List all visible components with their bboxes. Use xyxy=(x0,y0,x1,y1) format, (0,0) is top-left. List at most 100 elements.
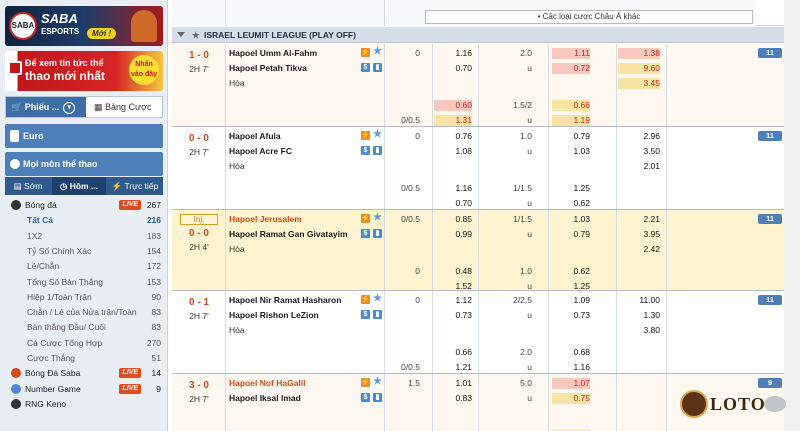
first-half-handicap-odds[interactable]: 1.21 xyxy=(434,362,472,373)
first-half-total-odds[interactable]: 1.19 xyxy=(552,115,590,126)
1x2-odds[interactable]: 11.00 xyxy=(618,295,660,306)
first-half-handicap-odds[interactable]: 0.60 xyxy=(434,100,472,111)
more-bets-button[interactable]: 11 xyxy=(758,214,782,224)
sidebar-sport-item[interactable]: Number Game LIVE 9 xyxy=(5,382,163,396)
chart-icon[interactable]: ▮ xyxy=(373,310,382,319)
collapse-arrow-icon[interactable] xyxy=(177,32,185,37)
sidebar-sport-item[interactable]: 1X2 183 xyxy=(5,229,163,243)
handicap-odds[interactable]: 0.76 xyxy=(434,131,472,142)
1x2-odds[interactable]: 3.45 xyxy=(618,78,660,89)
tab-today[interactable]: ◷ Hôm ... xyxy=(52,177,106,195)
sidebar-sport-item[interactable]: Cược Thắng 51 xyxy=(5,351,163,365)
favorite-star-icon[interactable]: ★ xyxy=(373,294,382,304)
1x2-odds[interactable]: 3.80 xyxy=(618,325,660,336)
saba-esports-banner[interactable]: SABA SABA ESPORTS Mới ! xyxy=(5,6,163,46)
bet-slip-button[interactable]: 🛒 Phiếu ... ▾ xyxy=(6,97,86,117)
dollar-icon[interactable]: $ xyxy=(361,63,370,72)
total-odds[interactable]: 1.03 xyxy=(552,146,590,157)
1x2-odds[interactable]: 1.38 xyxy=(618,48,660,59)
sidebar-sport-item[interactable]: Lẻ/Chẵn 172 xyxy=(5,259,163,273)
stats-icon[interactable]: ⚡ xyxy=(361,295,370,304)
sports-news-banner[interactable]: Để xem tin tức thể thao mới nhất Nhấn và… xyxy=(5,51,163,91)
other-asian-bets-link[interactable]: • Các loại cược Châu Á khác xyxy=(425,10,753,24)
handicap-odds[interactable]: 1.12 xyxy=(434,295,472,306)
all-sports-category[interactable]: Mọi môn thể thao xyxy=(5,152,163,176)
sidebar-sport-item[interactable]: Tỷ Số Chính Xác 154 xyxy=(5,244,163,258)
dollar-icon[interactable]: $ xyxy=(361,310,370,319)
euro-category[interactable]: Euro xyxy=(5,124,163,148)
first-half-handicap-odds[interactable]: 0.70 xyxy=(434,198,472,209)
sport-name: Tổng Số Bàn Thắng xyxy=(27,276,103,287)
first-half-total-odds[interactable]: 0.62 xyxy=(552,266,590,277)
first-half-handicap-odds[interactable]: 0.66 xyxy=(434,347,472,358)
sidebar-sport-item[interactable]: Hiệp 1/Toàn Trận 90 xyxy=(5,290,163,304)
total-odds[interactable]: 0.75 xyxy=(552,393,590,404)
sidebar-sport-item[interactable]: RNG Keno xyxy=(5,397,163,411)
scrollbar[interactable] xyxy=(784,0,800,431)
1x2-odds[interactable]: 3.50 xyxy=(618,146,660,157)
handicap-odds[interactable]: 1.08 xyxy=(434,146,472,157)
sidebar-sport-item[interactable]: Bàn thắng Đầu/ Cuối 83 xyxy=(5,320,163,334)
tab-live[interactable]: ⚡ Trực tiếp xyxy=(107,177,163,195)
handicap-odds[interactable]: 1.16 xyxy=(434,48,472,59)
more-bets-button[interactable]: 11 xyxy=(758,295,782,305)
total-odds[interactable]: 1.09 xyxy=(552,295,590,306)
handicap-odds[interactable]: 0.85 xyxy=(434,214,472,225)
tab-early[interactable]: ▤ Sớm xyxy=(5,177,51,195)
league-header[interactable]: ★ ISRAEL LEUMIT LEAGUE (PLAY OFF) xyxy=(172,27,784,43)
first-half-handicap-odds[interactable]: 1.31 xyxy=(434,115,472,126)
sidebar-sport-item[interactable]: Bóng đá LIVE 267 xyxy=(5,198,163,212)
dollar-icon[interactable]: $ xyxy=(361,393,370,402)
stats-icon[interactable]: ⚡ xyxy=(361,131,370,140)
dollar-icon[interactable]: $ xyxy=(361,229,370,238)
1x2-odds[interactable]: 9.60 xyxy=(618,63,660,74)
total-odds[interactable]: 1.03 xyxy=(552,214,590,225)
first-half-handicap-odds[interactable]: 1.16 xyxy=(434,183,472,194)
first-half-total-odds[interactable]: 1.25 xyxy=(552,183,590,194)
sidebar-sport-item[interactable]: Cá Cược Tổng Hợp 270 xyxy=(5,336,163,350)
handicap-odds[interactable]: 0.70 xyxy=(434,63,472,74)
1x2-odds[interactable]: 3.95 xyxy=(618,229,660,240)
first-half-total-odds[interactable]: 1.16 xyxy=(552,362,590,373)
1x2-odds[interactable]: 2.42 xyxy=(618,244,660,255)
more-bets-button[interactable]: 11 xyxy=(758,48,782,58)
chart-icon[interactable]: ▮ xyxy=(373,393,382,402)
favorite-star-icon[interactable]: ★ xyxy=(192,27,200,43)
first-half-total-odds[interactable]: 0.68 xyxy=(552,347,590,358)
sidebar-sport-item[interactable]: Tổng Số Bàn Thắng 153 xyxy=(5,275,163,289)
handicap-odds[interactable]: 0.83 xyxy=(434,393,472,404)
sidebar-sport-item[interactable]: Bóng Đá Saba LIVE 14 xyxy=(5,366,163,380)
more-bets-button[interactable]: 11 xyxy=(758,131,782,141)
1x2-odds[interactable]: 2.96 xyxy=(618,131,660,142)
total-odds[interactable]: 0.73 xyxy=(552,310,590,321)
stats-icon[interactable]: ⚡ xyxy=(361,378,370,387)
1x2-odds[interactable]: 1.30 xyxy=(618,310,660,321)
dollar-icon[interactable]: $ xyxy=(361,146,370,155)
chart-icon[interactable]: ▮ xyxy=(373,229,382,238)
total-odds[interactable]: 0.79 xyxy=(552,131,590,142)
more-bets-button[interactable]: 9 xyxy=(758,378,782,388)
total-odds[interactable]: 0.79 xyxy=(552,229,590,240)
favorite-star-icon[interactable]: ★ xyxy=(373,213,382,223)
favorite-star-icon[interactable]: ★ xyxy=(373,130,382,140)
chart-icon[interactable]: ▮ xyxy=(373,63,382,72)
total-odds[interactable]: 1.11 xyxy=(552,48,590,59)
sidebar-sport-item[interactable]: Chẵn / Lẻ của Nửa trận/Toàn 83 xyxy=(5,305,163,319)
chart-icon[interactable]: ▮ xyxy=(373,146,382,155)
stats-icon[interactable]: ⚡ xyxy=(361,48,370,57)
first-half-total-odds[interactable]: 0.62 xyxy=(552,198,590,209)
handicap-odds[interactable]: 1.01 xyxy=(434,378,472,389)
handicap-odds[interactable]: 0.99 xyxy=(434,229,472,240)
first-half-handicap-odds[interactable]: 0.48 xyxy=(434,266,472,277)
1x2-odds[interactable]: 2.01 xyxy=(618,161,660,172)
bet-table-button[interactable]: ▦ Bảng Cược xyxy=(88,97,164,117)
handicap-odds[interactable]: 0.73 xyxy=(434,310,472,321)
favorite-star-icon[interactable]: ★ xyxy=(373,377,382,387)
total-odds[interactable]: 1.07 xyxy=(552,378,590,389)
1x2-odds[interactable]: 2.21 xyxy=(618,214,660,225)
favorite-star-icon[interactable]: ★ xyxy=(373,47,382,57)
sidebar-sport-item[interactable]: Tất Cả 216 xyxy=(5,213,163,227)
stats-icon[interactable]: ⚡ xyxy=(361,214,370,223)
first-half-total-odds[interactable]: 0.66 xyxy=(552,100,590,111)
total-odds[interactable]: 0.72 xyxy=(552,63,590,74)
